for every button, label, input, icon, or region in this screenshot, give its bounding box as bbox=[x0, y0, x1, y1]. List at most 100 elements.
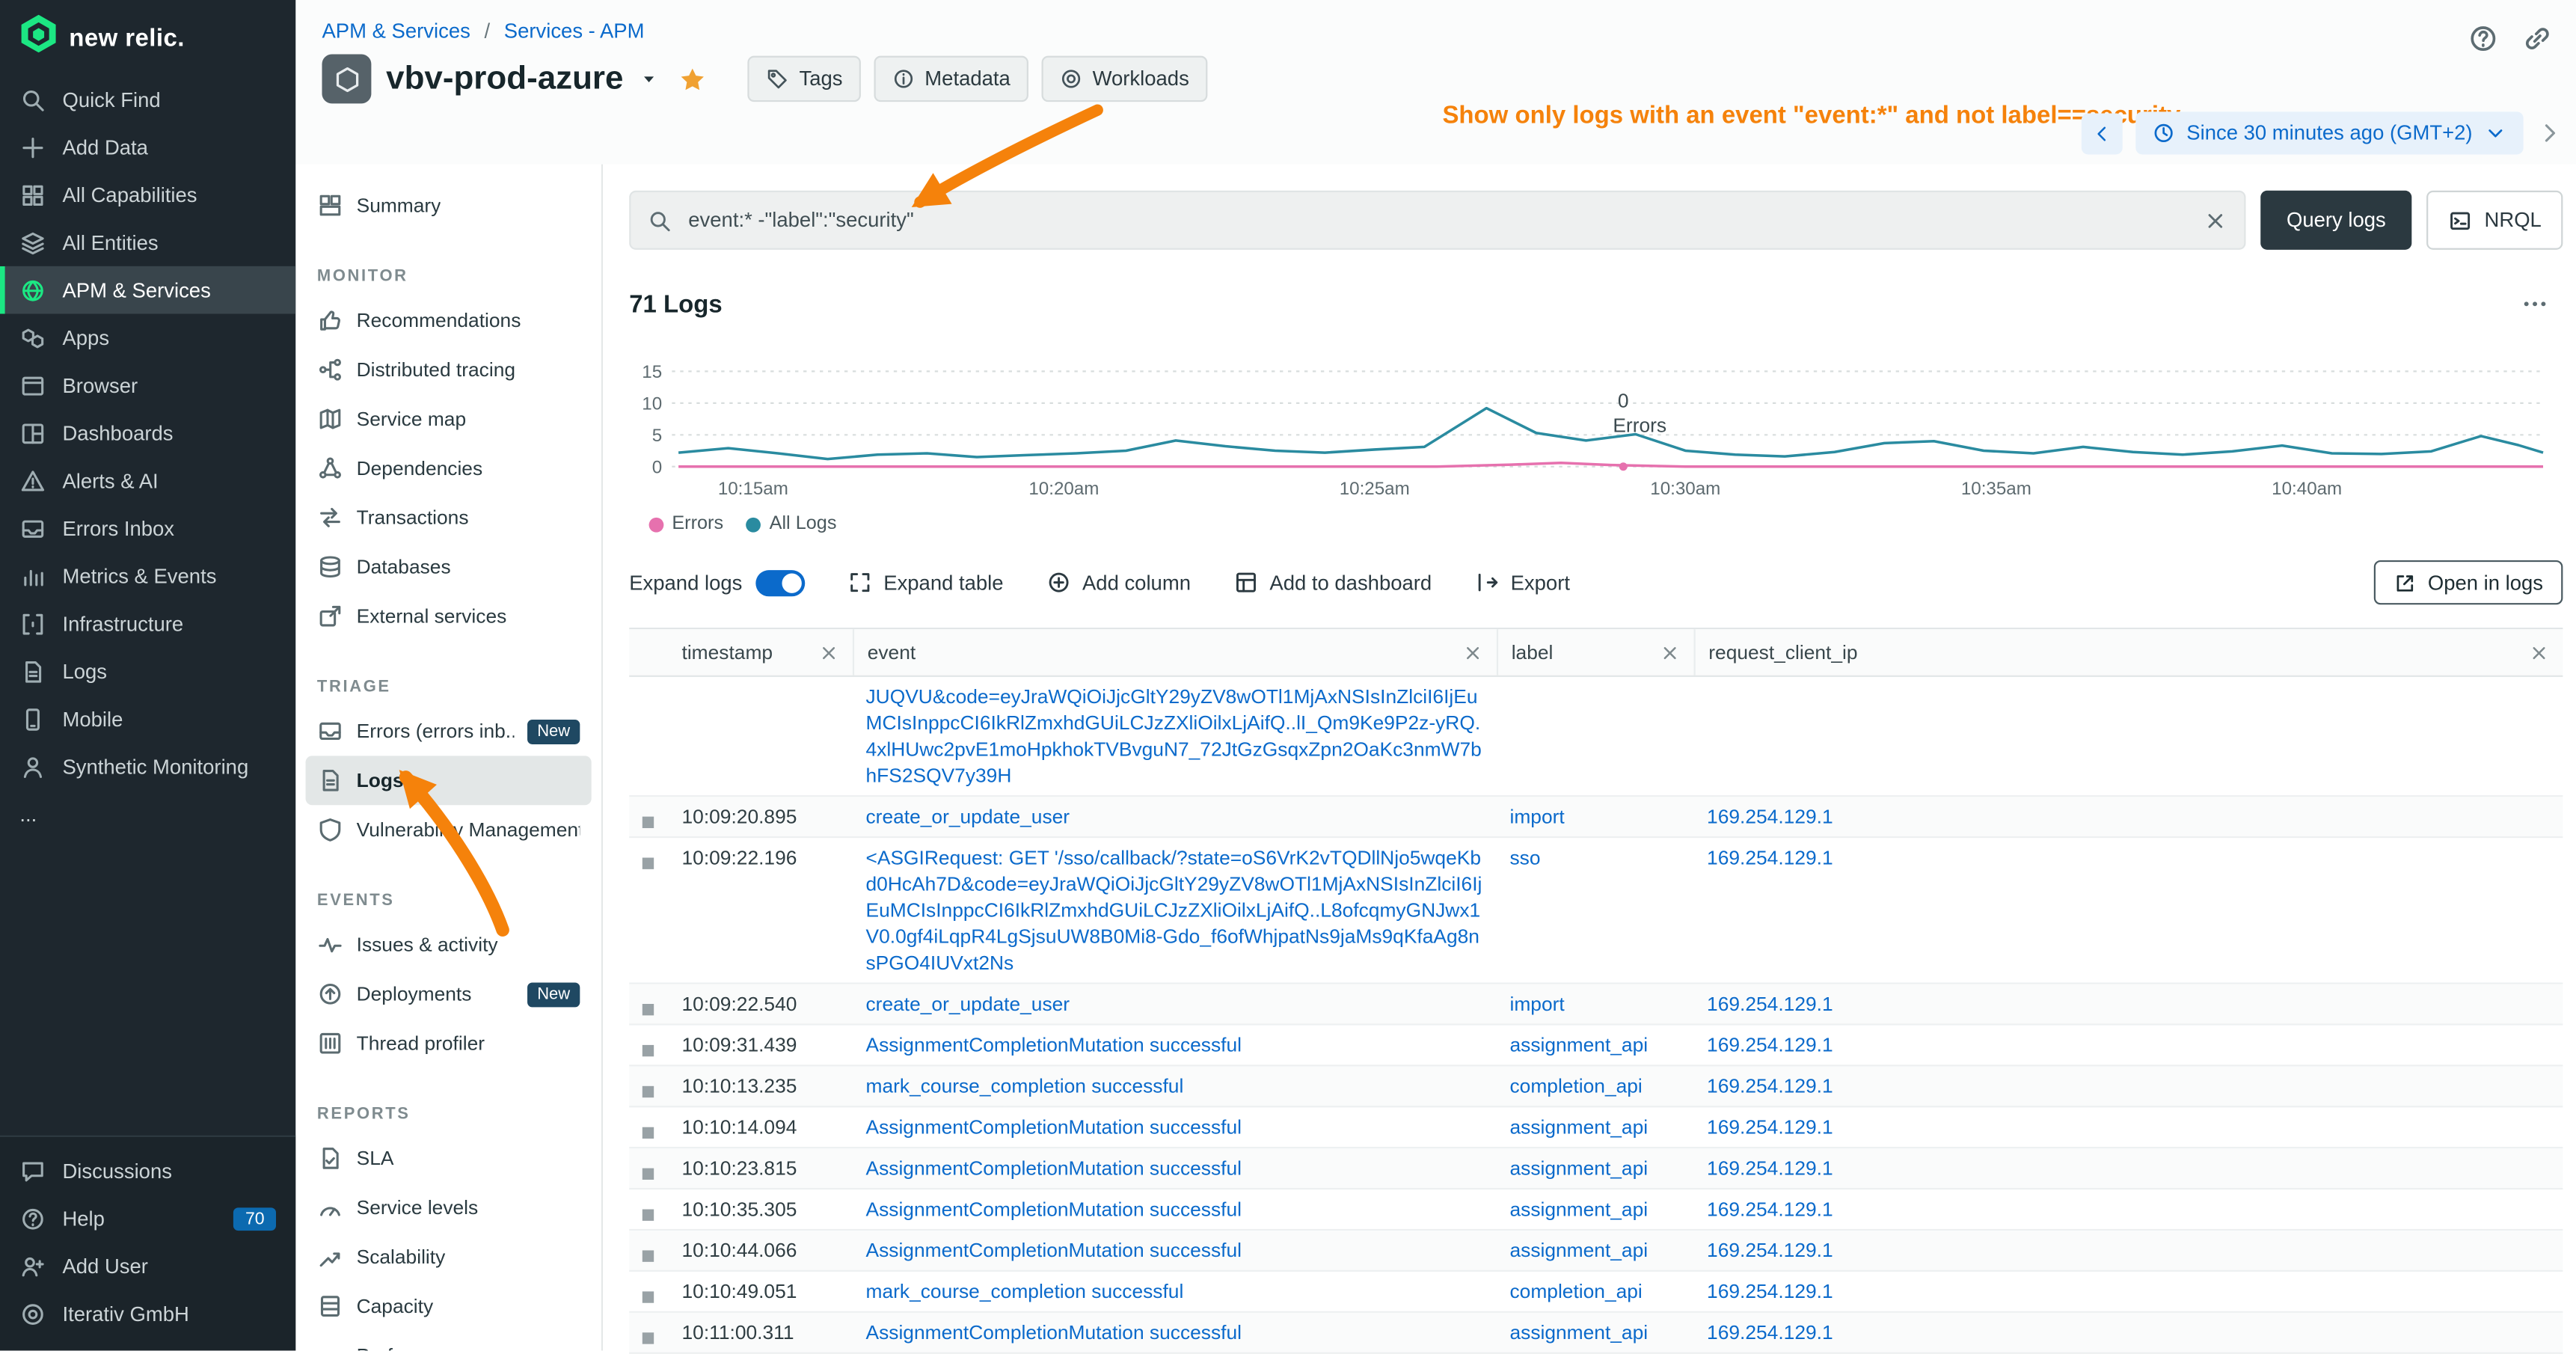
log-row[interactable]: JUQVU&code=eyJraWQiOiJjcGltY29yZV8wOTl1M… bbox=[629, 677, 2563, 797]
time-picker[interactable]: Since 30 minutes ago (GMT+2) bbox=[2135, 111, 2523, 154]
log-event-link[interactable]: AssignmentCompletionMutation successful bbox=[866, 1034, 1242, 1057]
log-row[interactable]: 10:10:14.094 AssignmentCompletionMutatio… bbox=[629, 1107, 2563, 1148]
sidebar-item-all-entities[interactable]: All Entities bbox=[0, 218, 295, 266]
row-marker[interactable] bbox=[643, 1086, 654, 1097]
log-query-input[interactable] bbox=[685, 207, 2189, 233]
log-row[interactable]: 10:10:23.815 AssignmentCompletionMutatio… bbox=[629, 1148, 2563, 1189]
log-event-link[interactable]: create_or_update_user bbox=[866, 805, 1070, 828]
subnav-entry-summary[interactable]: Summary bbox=[306, 181, 592, 230]
subnav-entry-capacity[interactable]: Capacity bbox=[306, 1281, 592, 1331]
row-marker[interactable] bbox=[643, 1291, 654, 1302]
subnav-entry-service-levels[interactable]: Service levels bbox=[306, 1183, 592, 1232]
subnav-entry-databases[interactable]: Databases bbox=[306, 542, 592, 592]
log-ip-link[interactable]: 169.254.129.1 bbox=[1707, 1115, 1833, 1139]
log-label-link[interactable]: sso bbox=[1509, 846, 1540, 869]
log-ip-link[interactable]: 169.254.129.1 bbox=[1707, 805, 1833, 828]
log-query-bar[interactable] bbox=[629, 191, 2245, 250]
new-relic-logo[interactable]: new relic. bbox=[0, 0, 295, 76]
log-label-link[interactable]: import bbox=[1509, 805, 1564, 828]
row-marker[interactable] bbox=[643, 1004, 654, 1015]
clear-query-icon[interactable] bbox=[2203, 208, 2227, 233]
log-ip-link[interactable]: 169.254.129.1 bbox=[1707, 1157, 1833, 1180]
log-row[interactable]: 10:09:31.439 AssignmentCompletionMutatio… bbox=[629, 1026, 2563, 1067]
log-row[interactable]: 10:09:22.196 <ASGIRequest: GET '/sso/cal… bbox=[629, 838, 2563, 984]
subnav-entry-errors-errors-inb[interactable]: Errors (errors inb... New bbox=[306, 706, 592, 756]
sidebar-item-alerts-ai[interactable]: Alerts & AI bbox=[0, 457, 295, 505]
subnav-entry-issues-activity[interactable]: Issues & activity bbox=[306, 920, 592, 969]
log-event-link[interactable]: AssignmentCompletionMutation successful bbox=[866, 1157, 1242, 1180]
subnav-entry-vulnerability-management[interactable]: Vulnerability Management bbox=[306, 805, 592, 854]
sidebar-item-apps[interactable]: Apps bbox=[0, 314, 295, 362]
sidebar-item-logs[interactable]: Logs bbox=[0, 647, 295, 695]
subnav-entry-performance[interactable]: Performance bbox=[306, 1331, 592, 1350]
log-label-link[interactable]: assignment_api bbox=[1509, 1034, 1648, 1057]
sidebar-footer-item-add-user[interactable]: Add User bbox=[0, 1242, 295, 1290]
log-ip-link[interactable]: 169.254.129.1 bbox=[1707, 846, 1833, 869]
log-label-link[interactable]: assignment_api bbox=[1509, 1157, 1648, 1180]
log-row[interactable]: 10:10:35.305 AssignmentCompletionMutatio… bbox=[629, 1189, 2563, 1231]
sidebar-footer-item-discussions[interactable]: Discussions bbox=[0, 1147, 295, 1195]
sidebar-item-infrastructure[interactable]: Infrastructure bbox=[0, 600, 295, 648]
pill-button-tags[interactable]: Tags bbox=[748, 56, 860, 102]
log-ip-link[interactable]: 169.254.129.1 bbox=[1707, 1198, 1833, 1221]
log-event-link[interactable]: AssignmentCompletionMutation successful bbox=[866, 1239, 1242, 1262]
query-logs-button[interactable]: Query logs bbox=[2260, 191, 2412, 250]
row-marker[interactable] bbox=[643, 1168, 654, 1180]
sidebar-item-browser[interactable]: Browser bbox=[0, 361, 295, 409]
log-row[interactable]: 10:10:49.051 mark_course_completion succ… bbox=[629, 1272, 2563, 1313]
help-icon[interactable] bbox=[2468, 23, 2499, 55]
row-marker[interactable] bbox=[643, 858, 654, 869]
row-marker[interactable] bbox=[643, 1127, 654, 1139]
log-event-link[interactable]: AssignmentCompletionMutation successful bbox=[866, 1321, 1242, 1344]
nrql-button[interactable]: NRQL bbox=[2427, 191, 2563, 250]
log-label-link[interactable]: assignment_api bbox=[1509, 1198, 1648, 1221]
row-marker[interactable] bbox=[643, 1332, 654, 1344]
log-label-link[interactable]: completion_api bbox=[1509, 1280, 1642, 1303]
subnav-entry-recommendations[interactable]: Recommendations bbox=[306, 295, 592, 345]
row-marker[interactable] bbox=[643, 1045, 654, 1056]
add-column-button[interactable]: Add column bbox=[1046, 570, 1191, 595]
subnav-entry-external-services[interactable]: External services bbox=[306, 592, 592, 641]
favorite-star-icon[interactable] bbox=[679, 65, 707, 93]
subnav-entry-scalability[interactable]: Scalability bbox=[306, 1232, 592, 1281]
log-ip-link[interactable]: 169.254.129.1 bbox=[1707, 1321, 1833, 1344]
log-event-link[interactable]: mark_course_completion successful bbox=[866, 1280, 1184, 1303]
log-event-link[interactable]: mark_course_completion successful bbox=[866, 1074, 1184, 1097]
subnav-entry-triage[interactable]: TRIAGE bbox=[306, 667, 592, 707]
log-ip-link[interactable]: 169.254.129.1 bbox=[1707, 1034, 1833, 1057]
remove-timestamp-column-icon[interactable] bbox=[818, 642, 840, 664]
add-to-dashboard-button[interactable]: Add to dashboard bbox=[1233, 570, 1432, 595]
legend-item-errors[interactable]: Errors bbox=[649, 514, 724, 533]
log-event-link[interactable]: <ASGIRequest: GET '/sso/callback/?state=… bbox=[866, 846, 1482, 974]
entity-switcher-caret-icon[interactable] bbox=[638, 67, 661, 91]
copy-link-icon[interactable] bbox=[2521, 23, 2553, 55]
log-label-link[interactable]: assignment_api bbox=[1509, 1115, 1648, 1139]
log-ip-link[interactable]: 169.254.129.1 bbox=[1707, 1280, 1833, 1303]
time-back-button[interactable] bbox=[2082, 112, 2123, 153]
row-marker[interactable] bbox=[643, 817, 654, 828]
pill-button-metadata[interactable]: Metadata bbox=[874, 56, 1028, 102]
sidebar-item-[interactable]: ... bbox=[0, 790, 295, 838]
subnav-entry-monitor[interactable]: MONITOR bbox=[306, 257, 592, 296]
subnav-entry-deployments[interactable]: Deployments New bbox=[306, 969, 592, 1019]
log-label-link[interactable]: assignment_api bbox=[1509, 1321, 1648, 1344]
chart-more-menu-icon[interactable] bbox=[2520, 290, 2550, 319]
log-row[interactable]: 10:09:22.540 create_or_update_user impor… bbox=[629, 984, 2563, 1026]
sidebar-item-mobile[interactable]: Mobile bbox=[0, 695, 295, 743]
subnav-entry-events[interactable]: EVENTS bbox=[306, 880, 592, 920]
log-ip-link[interactable]: 169.254.129.1 bbox=[1707, 1239, 1833, 1262]
log-row[interactable]: 10:11:00.311 AssignmentCompletionMutatio… bbox=[629, 1313, 2563, 1354]
log-ip-link[interactable]: 169.254.129.1 bbox=[1707, 993, 1833, 1016]
sidebar-item-errors-inbox[interactable]: Errors Inbox bbox=[0, 504, 295, 552]
subnav-entry-sla[interactable]: SLA bbox=[306, 1134, 592, 1183]
log-event-link[interactable]: JUQVU&code=eyJraWQiOiJjcGltY29yZV8wOTl1M… bbox=[866, 685, 1482, 787]
subnav-entry-transactions[interactable]: Transactions bbox=[306, 493, 592, 542]
subnav-entry-reports[interactable]: REPORTS bbox=[306, 1094, 592, 1134]
breadcrumb-link-services-apm[interactable]: Services - APM bbox=[504, 19, 645, 43]
log-event-link[interactable]: create_or_update_user bbox=[866, 993, 1070, 1016]
subnav-entry-logs[interactable]: Logs bbox=[306, 756, 592, 805]
pill-button-workloads[interactable]: Workloads bbox=[1042, 56, 1207, 102]
sidebar-footer-item-iterativ-gmbh[interactable]: Iterativ GmbH bbox=[0, 1290, 295, 1338]
sidebar-item-all-capabilities[interactable]: All Capabilities bbox=[0, 171, 295, 218]
subnav-entry-thread-profiler[interactable]: Thread profiler bbox=[306, 1019, 592, 1068]
